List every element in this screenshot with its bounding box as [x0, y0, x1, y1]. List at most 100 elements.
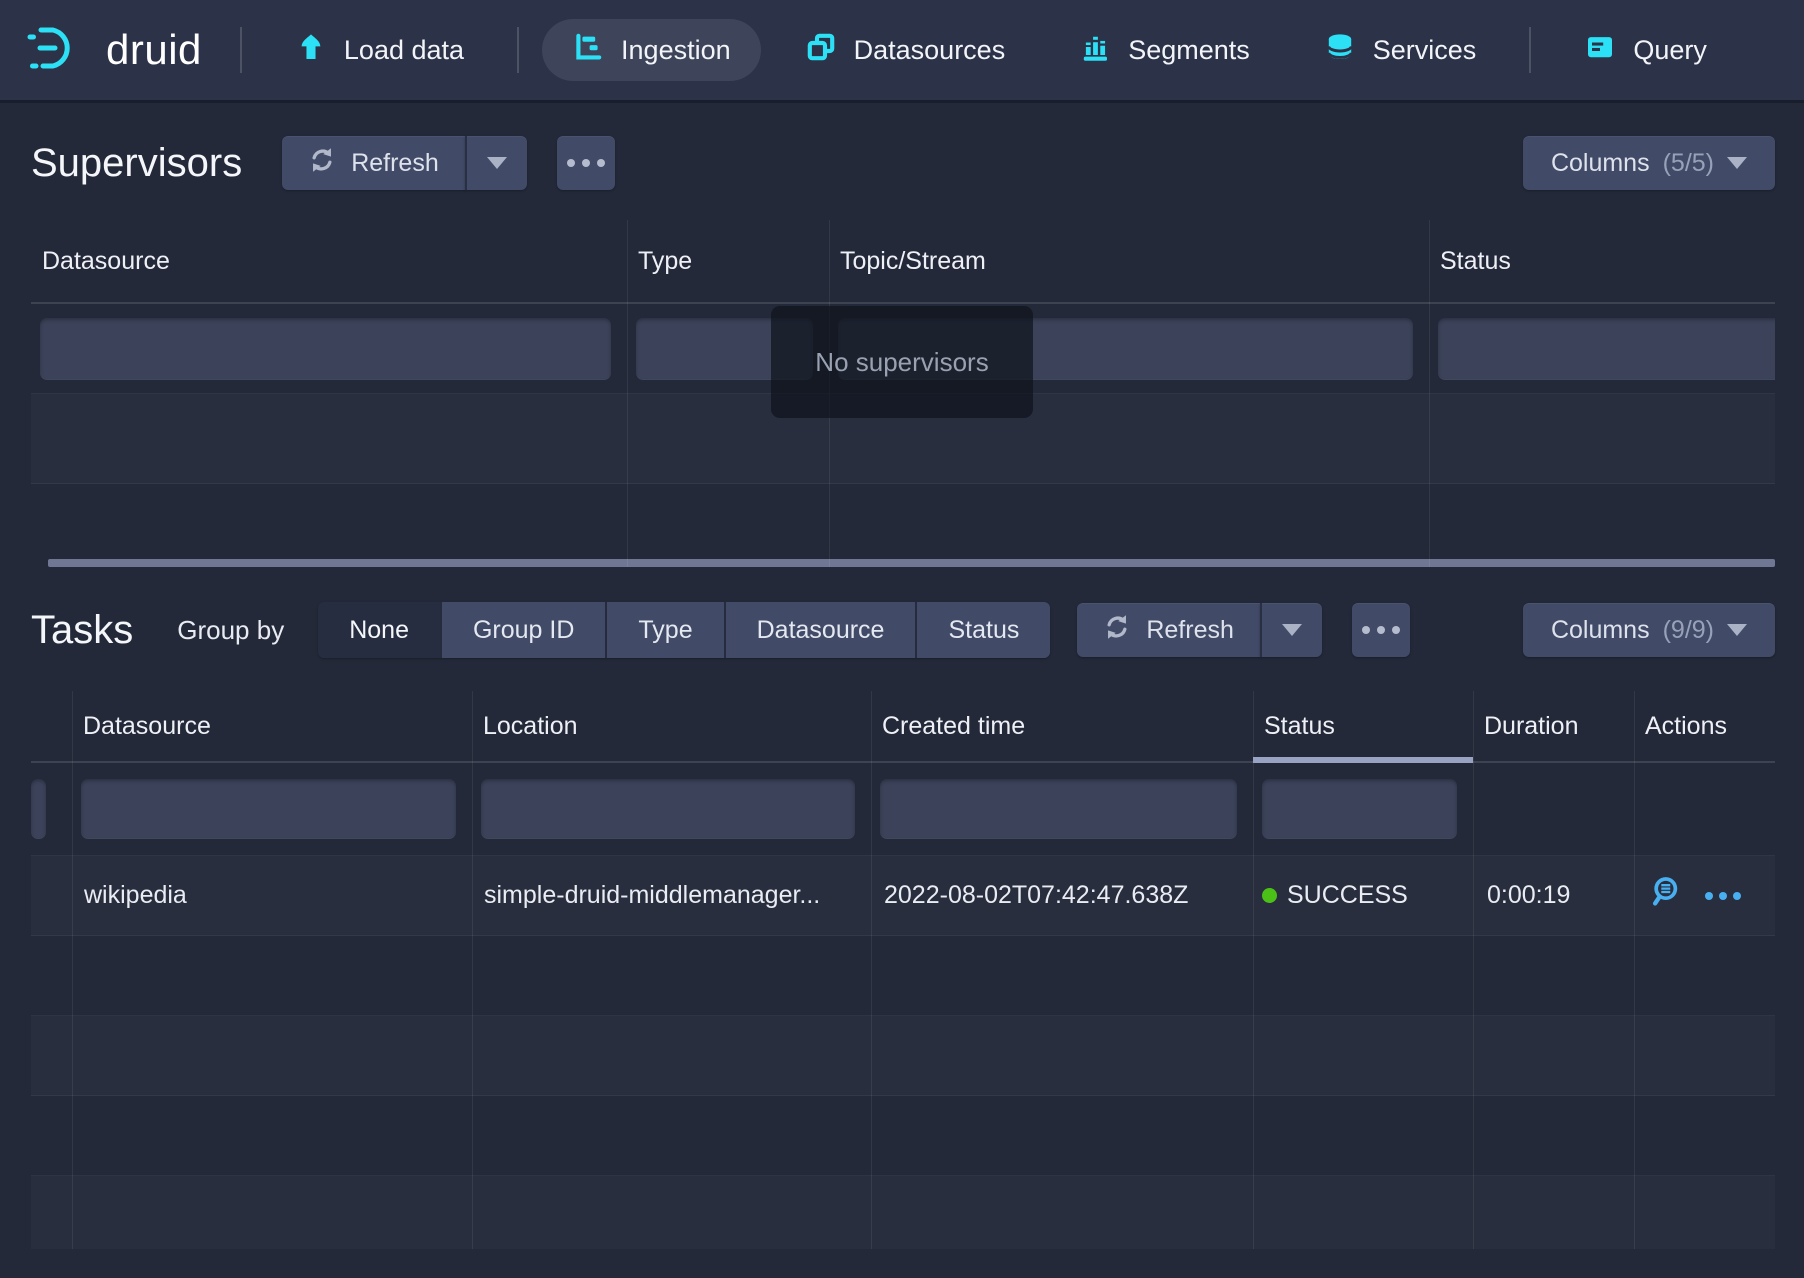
- columns-count: (9/9): [1663, 616, 1714, 645]
- refresh-icon: [1103, 613, 1131, 648]
- refresh-icon: [308, 146, 336, 181]
- druid-logo[interactable]: druid: [26, 25, 202, 76]
- group-by-status-button[interactable]: Status: [917, 602, 1050, 658]
- nav-item-label: Load data: [344, 35, 464, 66]
- nav-item-label: Services: [1373, 35, 1477, 66]
- task-actions-more-icon[interactable]: [1705, 892, 1741, 900]
- tasks-refresh-interval-button[interactable]: [1260, 603, 1322, 657]
- header-datasource[interactable]: Datasource: [31, 220, 627, 302]
- nav-item-ingestion[interactable]: Ingestion: [542, 19, 761, 81]
- more-icon: [1362, 626, 1400, 634]
- empty-task-row: [31, 1096, 1775, 1176]
- task-duration-cell: 0:00:19: [1473, 856, 1634, 935]
- success-status-dot-icon: [1262, 888, 1277, 903]
- ingestion-chart-icon: [572, 31, 604, 70]
- empty-task-row: [31, 1016, 1775, 1096]
- empty-task-row: [31, 1176, 1775, 1249]
- supervisors-refresh-interval-button[interactable]: [465, 136, 527, 190]
- datasource-filter-input[interactable]: [81, 779, 456, 839]
- header-topic-stream[interactable]: Topic/Stream: [829, 220, 1429, 302]
- supervisors-header: Supervisors Refresh Columns (5/5): [0, 136, 1804, 190]
- services-icon: [1324, 31, 1356, 70]
- columns-count: (5/5): [1663, 149, 1714, 178]
- group-by-none-button[interactable]: None: [318, 602, 440, 658]
- supervisors-table: Datasource Type Topic/Stream Status No s…: [31, 220, 1775, 567]
- task-actions-cell: [1634, 856, 1775, 935]
- nav-item-label: Ingestion: [621, 35, 731, 66]
- query-icon: [1584, 31, 1616, 70]
- supervisors-title: Supervisors: [31, 141, 242, 186]
- nav-item-services[interactable]: Services: [1294, 19, 1507, 81]
- supervisors-refresh-split-button: Refresh: [282, 136, 527, 190]
- header-status-label: Status: [1264, 712, 1335, 741]
- chevron-down-icon: [1727, 157, 1747, 169]
- upload-icon: [295, 31, 327, 70]
- task-row[interactable]: wikipedia simple-druid-middlemanager... …: [31, 856, 1775, 936]
- status-filter-input[interactable]: [1262, 779, 1457, 839]
- header-datasource[interactable]: Datasource: [72, 691, 472, 761]
- tasks-more-button[interactable]: [1352, 603, 1410, 657]
- header-created-time[interactable]: Created time: [871, 691, 1253, 761]
- nav-divider: [240, 27, 242, 73]
- top-navigation: druid Load data Ingestion Datasou: [0, 0, 1804, 100]
- tasks-refresh-button[interactable]: Refresh: [1077, 603, 1260, 657]
- supervisors-refresh-button[interactable]: Refresh: [282, 136, 465, 190]
- tasks-columns-button[interactable]: Columns (9/9): [1523, 603, 1775, 657]
- group-by-group-id-button[interactable]: Group ID: [442, 602, 605, 658]
- supervisors-columns-button[interactable]: Columns (5/5): [1523, 136, 1775, 190]
- tasks-filter-row: [31, 763, 1775, 856]
- segments-icon: [1079, 31, 1111, 70]
- group-by-label: Group by: [177, 615, 284, 646]
- columns-label: Columns: [1551, 616, 1650, 645]
- nav-item-load-data[interactable]: Load data: [265, 19, 494, 81]
- header-status[interactable]: Status: [1429, 220, 1775, 302]
- task-created-time-cell: 2022-08-02T07:42:47.638Z: [871, 856, 1253, 935]
- task-status-cell[interactable]: SUCCESS: [1253, 856, 1473, 935]
- chevron-down-icon: [1282, 624, 1302, 636]
- tasks-table-header-row: Datasource Location Created time Status …: [31, 691, 1775, 763]
- task-location-cell: simple-druid-middlemanager...: [472, 856, 871, 935]
- task-datasource-cell[interactable]: wikipedia: [72, 856, 472, 935]
- columns-label: Columns: [1551, 149, 1650, 178]
- task-status-label: SUCCESS: [1287, 881, 1408, 910]
- header-status[interactable]: Status: [1253, 691, 1473, 761]
- group-by-type-button[interactable]: Type: [607, 602, 723, 658]
- refresh-label: Refresh: [351, 149, 439, 178]
- nav-item-label: Query: [1633, 35, 1707, 66]
- header-location[interactable]: Location: [472, 691, 871, 761]
- nav-item-segments[interactable]: Segments: [1049, 19, 1280, 81]
- empty-supervisor-row: [31, 484, 1775, 559]
- tasks-table: Datasource Location Created time Status …: [31, 691, 1775, 1249]
- nav-divider: [517, 27, 519, 73]
- group-by-datasource-button[interactable]: Datasource: [726, 602, 916, 658]
- inspect-task-magnifier-icon[interactable]: [1648, 875, 1682, 916]
- nav-item-query[interactable]: Query: [1554, 19, 1737, 81]
- datasources-icon: [805, 31, 837, 70]
- header-actions[interactable]: Actions: [1634, 691, 1775, 761]
- refresh-label: Refresh: [1146, 616, 1234, 645]
- chevron-down-icon: [487, 157, 507, 169]
- status-filter-input[interactable]: [1438, 318, 1775, 380]
- supervisors-more-button[interactable]: [557, 136, 615, 190]
- datasource-filter-input[interactable]: [40, 318, 611, 380]
- hidden-column-filter-input[interactable]: [31, 779, 46, 839]
- nav-item-label: Datasources: [854, 35, 1006, 66]
- created-time-filter-input[interactable]: [880, 779, 1237, 839]
- logo-text: druid: [106, 26, 202, 74]
- tasks-refresh-split-button: Refresh: [1077, 603, 1322, 657]
- header-hidden-column[interactable]: [31, 691, 72, 761]
- group-by-segmented-control: None Group ID Type Datasource Status: [318, 602, 1050, 658]
- supervisors-table-header-row: Datasource Type Topic/Stream Status: [31, 220, 1775, 304]
- nav-item-datasources[interactable]: Datasources: [775, 19, 1036, 81]
- header-duration[interactable]: Duration: [1473, 691, 1634, 761]
- more-icon: [567, 159, 605, 167]
- location-filter-input[interactable]: [481, 779, 855, 839]
- no-supervisors-message: No supervisors: [771, 306, 1033, 418]
- tasks-title: Tasks: [31, 608, 133, 653]
- supervisors-horizontal-scrollbar[interactable]: [48, 559, 1775, 567]
- header-type[interactable]: Type: [627, 220, 829, 302]
- druid-logo-icon: [26, 25, 88, 76]
- empty-task-row: [31, 936, 1775, 1016]
- tasks-header: Tasks Group by None Group ID Type Dataso…: [0, 602, 1804, 658]
- chevron-down-icon: [1727, 624, 1747, 636]
